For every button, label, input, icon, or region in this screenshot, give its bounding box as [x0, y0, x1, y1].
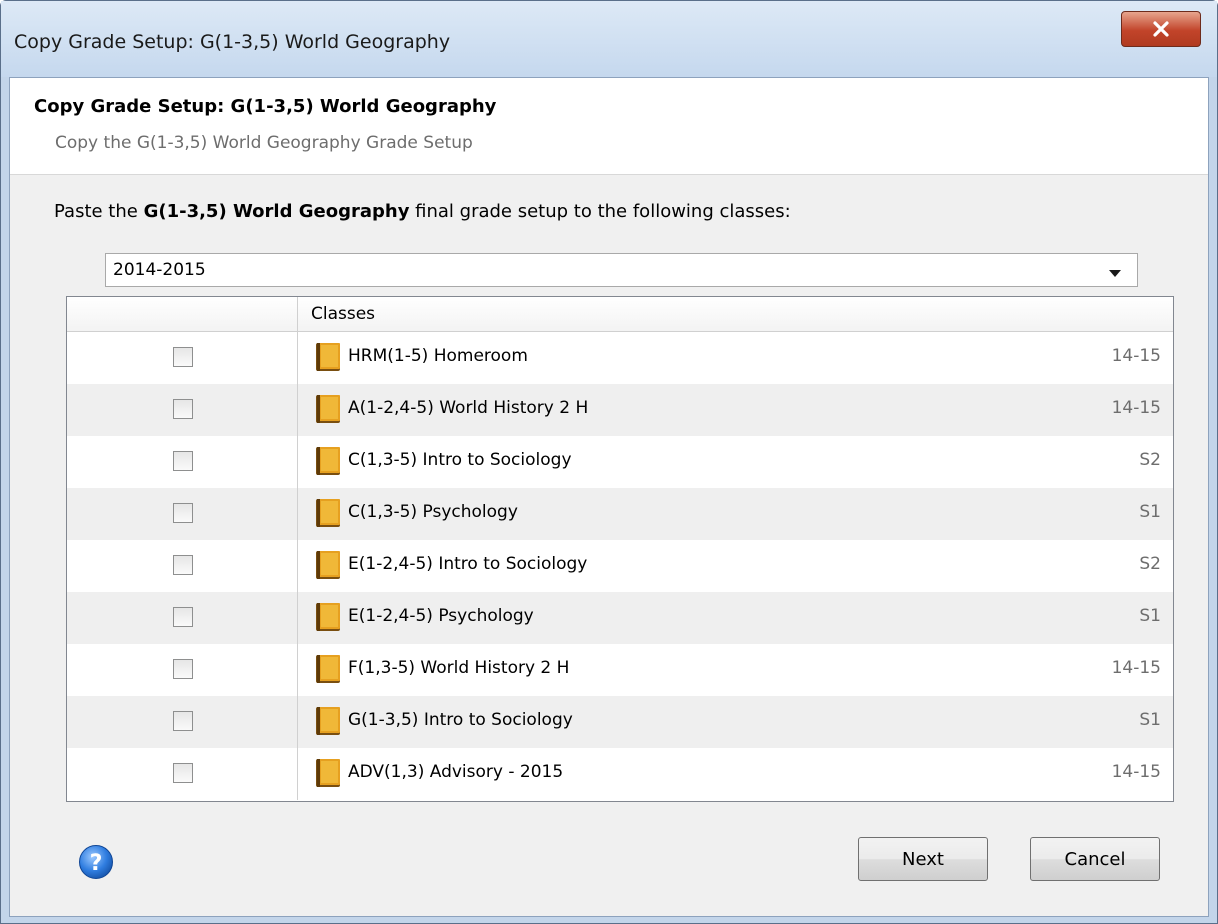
class-term: 14-15	[1111, 762, 1161, 782]
book-icon	[316, 551, 340, 579]
row-checkbox-cell	[67, 488, 298, 540]
close-icon	[1153, 21, 1169, 37]
next-button[interactable]: Next	[858, 837, 988, 881]
class-name: F(1,3-5) World History 2 H	[348, 658, 570, 678]
row-checkbox[interactable]	[173, 711, 193, 731]
svg-text:?: ?	[90, 851, 103, 876]
row-checkbox[interactable]	[173, 555, 193, 575]
cancel-button[interactable]: Cancel	[1030, 837, 1160, 881]
book-icon	[316, 447, 340, 475]
class-name: E(1-2,4-5) Intro to Sociology	[348, 554, 588, 574]
window-title: Copy Grade Setup: G(1-3,5) World Geograp…	[14, 31, 451, 53]
table-row[interactable]: ADV(1,3) Advisory - 2015 14-15	[67, 748, 1173, 800]
book-icon	[316, 499, 340, 527]
table-header: Classes	[67, 297, 1173, 332]
class-name: E(1-2,4-5) Psychology	[348, 606, 534, 626]
classes-table: Classes HRM(1-5) Homeroom 14-15 A(1-2,4-5)…	[66, 296, 1174, 802]
row-checkbox[interactable]	[173, 607, 193, 627]
book-icon	[316, 603, 340, 631]
help-icon[interactable]: ?	[78, 844, 114, 880]
row-checkbox-cell	[67, 696, 298, 748]
book-icon	[316, 395, 340, 423]
header-subtitle: Copy the G(1-3,5) World Geography Grade …	[55, 133, 473, 153]
classes-column-header[interactable]: Classes	[311, 304, 375, 324]
header-title: Copy Grade Setup: G(1-3,5) World Geograp…	[34, 96, 497, 117]
dialog-header: Copy Grade Setup: G(1-3,5) World Geograp…	[10, 78, 1208, 175]
dialog-window: Copy Grade Setup: G(1-3,5) World Geograp…	[0, 0, 1218, 924]
table-row[interactable]: HRM(1-5) Homeroom 14-15	[67, 332, 1173, 384]
table-row[interactable]: C(1,3-5) Psychology S1	[67, 488, 1173, 540]
row-checkbox-cell	[67, 436, 298, 488]
row-checkbox[interactable]	[173, 659, 193, 679]
row-checkbox[interactable]	[173, 503, 193, 523]
class-term: 14-15	[1111, 398, 1161, 418]
row-checkbox-cell	[67, 332, 298, 384]
table-row[interactable]: G(1-3,5) Intro to Sociology S1	[67, 696, 1173, 748]
class-term: S2	[1139, 554, 1161, 574]
instruction-prefix: Paste the	[54, 201, 144, 222]
instruction-class-name: G(1-3,5) World Geography	[143, 201, 410, 222]
class-term: S2	[1139, 450, 1161, 470]
class-term: S1	[1139, 606, 1161, 626]
row-checkbox-cell	[67, 540, 298, 592]
class-term: S1	[1139, 710, 1161, 730]
book-icon	[316, 343, 340, 371]
dialog-client-area: Copy Grade Setup: G(1-3,5) World Geograp…	[9, 77, 1209, 917]
class-name: A(1-2,4-5) World History 2 H	[348, 398, 589, 418]
class-name: ADV(1,3) Advisory - 2015	[348, 762, 564, 782]
row-checkbox-cell	[67, 592, 298, 644]
instruction-suffix: final grade setup to the following class…	[409, 201, 791, 222]
book-icon	[316, 707, 340, 735]
row-checkbox-cell	[67, 644, 298, 696]
title-bar[interactable]: Copy Grade Setup: G(1-3,5) World Geograp…	[1, 1, 1217, 77]
row-checkbox[interactable]	[173, 399, 193, 419]
class-name: HRM(1-5) Homeroom	[348, 346, 528, 366]
table-row[interactable]: C(1,3-5) Intro to Sociology S2	[67, 436, 1173, 488]
class-name: C(1,3-5) Psychology	[348, 502, 518, 522]
book-icon	[316, 759, 340, 787]
school-year-select[interactable]: 2014-2015	[105, 253, 1138, 287]
book-icon	[316, 655, 340, 683]
checkbox-column-header[interactable]	[67, 297, 298, 331]
chevron-down-icon[interactable]	[1103, 264, 1127, 282]
row-checkbox-cell	[67, 748, 298, 800]
row-checkbox-cell	[67, 384, 298, 436]
row-checkbox[interactable]	[173, 347, 193, 367]
table-row[interactable]: E(1-2,4-5) Intro to Sociology S2	[67, 540, 1173, 592]
table-row[interactable]: E(1-2,4-5) Psychology S1	[67, 592, 1173, 644]
row-checkbox[interactable]	[173, 451, 193, 471]
class-term: 14-15	[1111, 346, 1161, 366]
class-name: C(1,3-5) Intro to Sociology	[348, 450, 572, 470]
close-button[interactable]	[1121, 11, 1201, 47]
table-row[interactable]: F(1,3-5) World History 2 H 14-15	[67, 644, 1173, 696]
row-checkbox[interactable]	[173, 763, 193, 783]
instruction-text: Paste the G(1-3,5) World Geography final…	[54, 201, 791, 222]
class-name: G(1-3,5) Intro to Sociology	[348, 710, 573, 730]
school-year-value: 2014-2015	[113, 260, 206, 280]
class-term: S1	[1139, 502, 1161, 522]
class-term: 14-15	[1111, 658, 1161, 678]
table-row[interactable]: A(1-2,4-5) World History 2 H 14-15	[67, 384, 1173, 436]
